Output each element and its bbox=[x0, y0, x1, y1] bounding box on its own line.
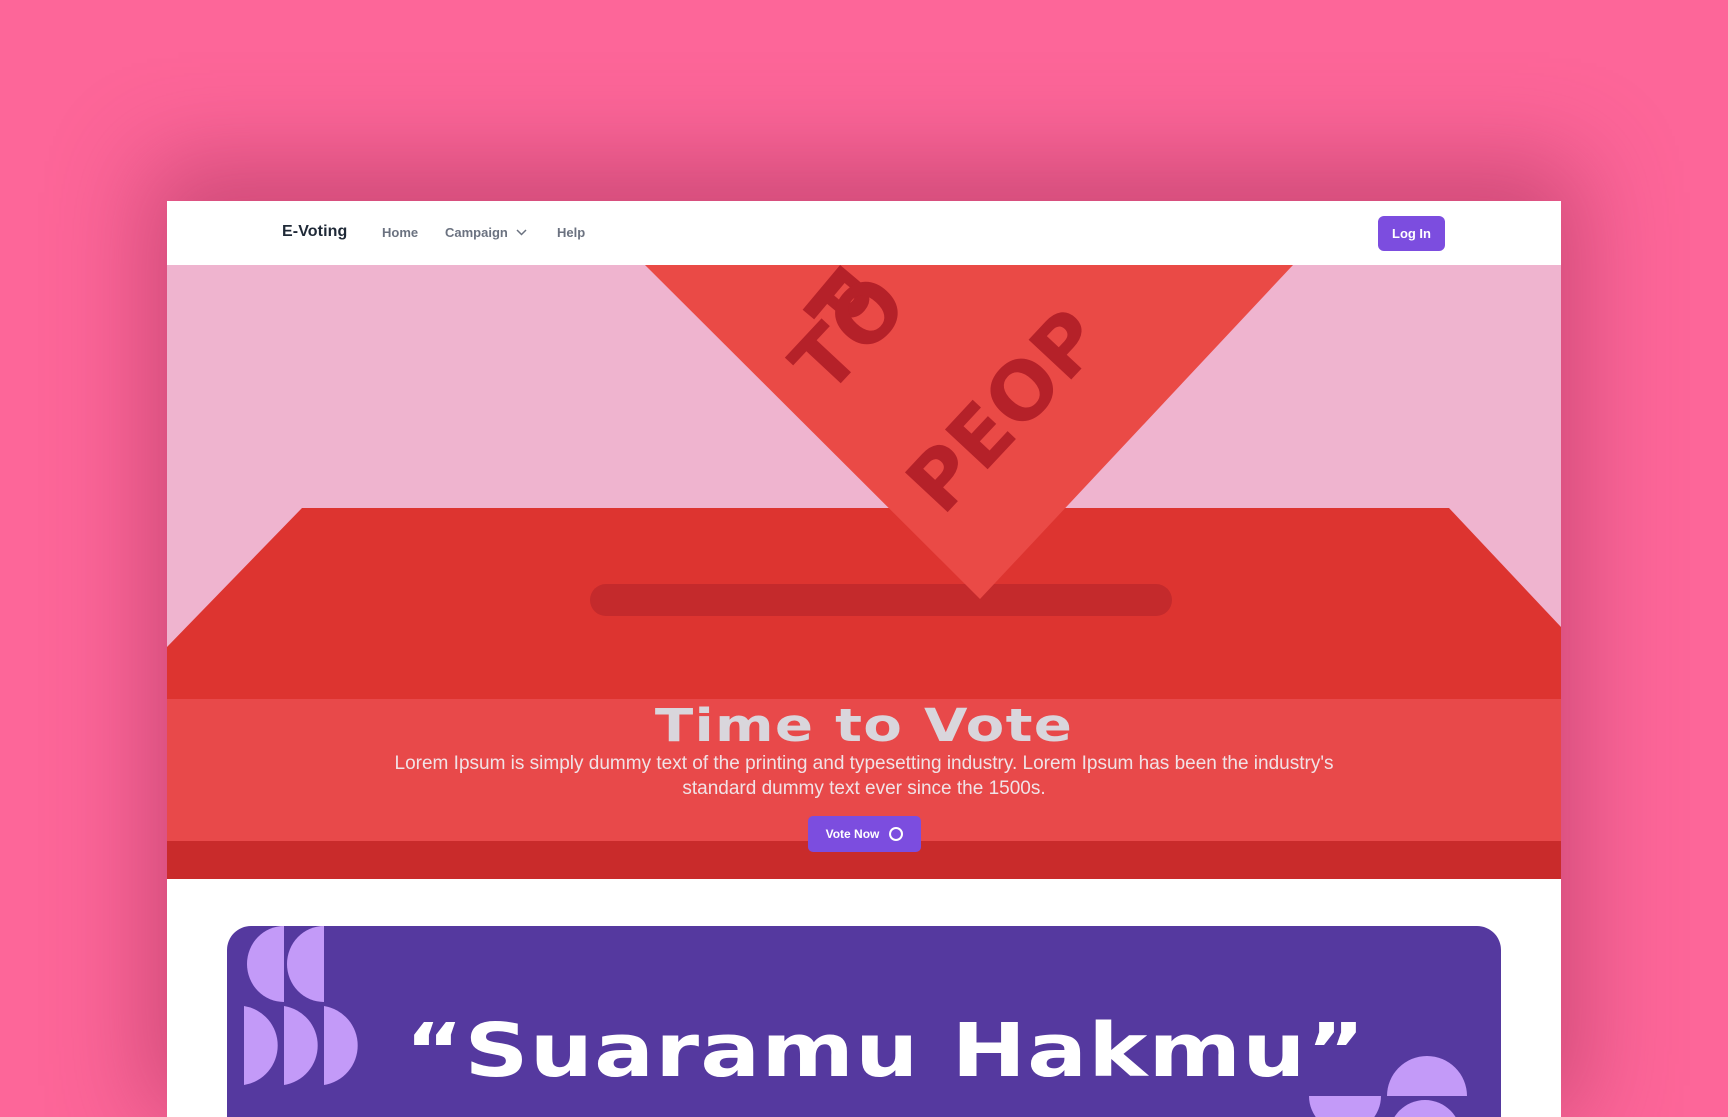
nav-campaign-label: Campaign bbox=[445, 225, 508, 240]
nav-home-link[interactable]: Home bbox=[382, 225, 418, 240]
hero-description: Lorem Ipsum is simply dummy text of the … bbox=[394, 753, 1334, 799]
nav-campaign-dropdown[interactable]: Campaign bbox=[445, 225, 527, 240]
browser-window: E-Voting Home Campaign Help Log In P TO … bbox=[167, 201, 1561, 1117]
brand-logo[interactable]: E-Voting bbox=[282, 223, 347, 241]
vote-now-label: Vote Now bbox=[825, 827, 880, 841]
slogan-text: “Suaramu Hakmu” bbox=[405, 1008, 1367, 1094]
hero-section: P TO PEOP Time to Vote Lorem Ipsum is si… bbox=[167, 265, 1561, 879]
login-button[interactable]: Log In bbox=[1378, 216, 1445, 251]
chevron-down-icon bbox=[516, 229, 527, 236]
hero-title: Time to Vote bbox=[654, 699, 1074, 752]
navbar: E-Voting Home Campaign Help Log In bbox=[167, 201, 1561, 265]
slogan-banner: “Suaramu Hakmu” bbox=[227, 926, 1501, 1117]
circle-icon bbox=[889, 827, 904, 841]
vote-now-button[interactable]: Vote Now bbox=[808, 816, 921, 852]
nav-help-link[interactable]: Help bbox=[557, 225, 585, 240]
